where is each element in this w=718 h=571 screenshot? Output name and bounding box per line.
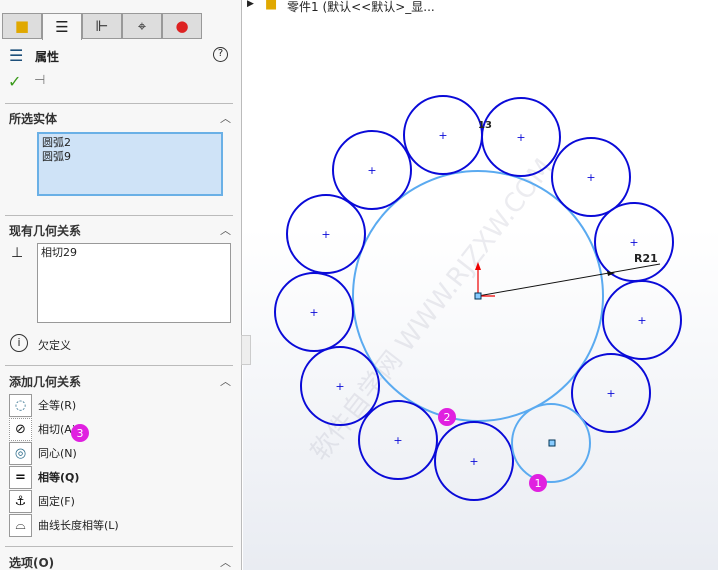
relation-icon: ⊥ <box>11 245 24 261</box>
tab-configuration-manager[interactable]: ⊩ <box>82 13 122 39</box>
center-point <box>548 439 556 447</box>
count-dimension[interactable]: 13 <box>478 120 492 131</box>
panel-resize-handle[interactable] <box>241 335 251 365</box>
existing-relations-title: 现有几何关系 <box>9 224 82 238</box>
center-mark: + <box>586 171 595 184</box>
list-icon: ☰ <box>55 18 69 36</box>
step-badge-3: 3 <box>71 424 89 442</box>
relation-fix[interactable]: ⚓ 固定(F) <box>9 489 75 513</box>
center-mark: + <box>321 228 330 241</box>
info-icon: i <box>10 334 28 352</box>
center-mark: + <box>629 236 638 249</box>
collapse-icon[interactable]: ︿ <box>220 373 231 389</box>
page-title: 属性 <box>35 50 60 64</box>
y-axis-arrow <box>475 262 481 270</box>
curve-length-icon: ⌓ <box>9 513 32 537</box>
list-item[interactable]: 圆弧2 <box>42 136 218 150</box>
list-item[interactable]: 圆弧9 <box>42 150 218 164</box>
panel-tabs: ■ ☰ ⊩ ⌖ ● <box>2 13 202 40</box>
tab-dimxpert[interactable]: ⌖ <box>122 13 162 39</box>
relation-coradial[interactable]: ◌ 全等(R) <box>9 393 76 417</box>
selected-entities-title: 所选实体 <box>9 112 58 126</box>
center-mark: + <box>516 131 525 144</box>
step-badge-2: 2 <box>438 408 456 426</box>
center-mark: + <box>438 129 447 142</box>
collapse-icon[interactable]: ︿ <box>220 222 231 238</box>
concentric-icon: ◎ <box>9 441 32 465</box>
graphics-area[interactable]: ▶ ■ 零件1 (默认<<默认>_显... 软件自学网 WWW.RJZXW.CO… <box>241 0 718 570</box>
radius-dimension[interactable]: R21 <box>634 252 658 265</box>
crosshair-icon: ⌖ <box>137 17 147 35</box>
pin-icon[interactable]: ⊣ <box>34 73 45 88</box>
coradial-icon: ◌ <box>9 393 32 417</box>
tab-display-manager[interactable]: ● <box>162 13 202 39</box>
list-item[interactable]: 相切29 <box>41 246 227 260</box>
color-wheel-icon: ● <box>175 17 189 35</box>
anchor-icon: ⚓ <box>9 489 32 513</box>
collapse-icon[interactable]: ︿ <box>220 554 231 570</box>
properties-icon: ☰ <box>9 46 24 65</box>
add-relations-title: 添加几何关系 <box>9 375 82 389</box>
tab-property-manager[interactable]: ☰ <box>42 13 82 40</box>
options-title: 选项(O) <box>9 556 55 570</box>
help-button[interactable]: ? <box>213 47 228 62</box>
step-badge-1: 1 <box>529 474 547 492</box>
status-text: 欠定义 <box>38 339 71 352</box>
relation-concentric[interactable]: ◎ 同心(N) <box>9 441 77 465</box>
equal-icon: = <box>9 465 32 489</box>
center-mark: + <box>367 164 376 177</box>
relation-equal-curve-length[interactable]: ⌓ 曲线长度相等(L) <box>9 513 119 537</box>
existing-relations-list[interactable]: 相切29 <box>37 243 231 323</box>
sketch: + + + + + + + + + + + + <box>274 95 682 501</box>
tangent-icon: ⊘ <box>9 417 32 441</box>
ok-check-icon[interactable]: ✓ <box>8 72 21 91</box>
center-mark: + <box>606 387 615 400</box>
relation-equal[interactable]: = 相等(Q) <box>9 465 79 489</box>
property-manager-panel: ■ ☰ ⊩ ⌖ ● ☰ 属性 ? ✓ ⊣ 所选实体 ︿ 圆弧2 圆弧9 现有几何… <box>0 0 242 570</box>
center-mark: + <box>637 314 646 327</box>
part-icon: ■ <box>14 17 30 35</box>
tab-feature-manager[interactable]: ■ <box>2 13 42 39</box>
origin-point <box>474 292 482 300</box>
center-mark: + <box>335 380 344 393</box>
center-mark: + <box>469 455 478 468</box>
relation-tangent[interactable]: ⊘ 相切(A) <box>9 417 76 441</box>
selected-entities-list[interactable]: 圆弧2 圆弧9 <box>37 132 223 196</box>
collapse-icon[interactable]: ︿ <box>220 110 231 126</box>
center-mark: + <box>309 306 318 319</box>
center-mark: + <box>393 434 402 447</box>
config-tree-icon: ⊩ <box>95 17 109 35</box>
